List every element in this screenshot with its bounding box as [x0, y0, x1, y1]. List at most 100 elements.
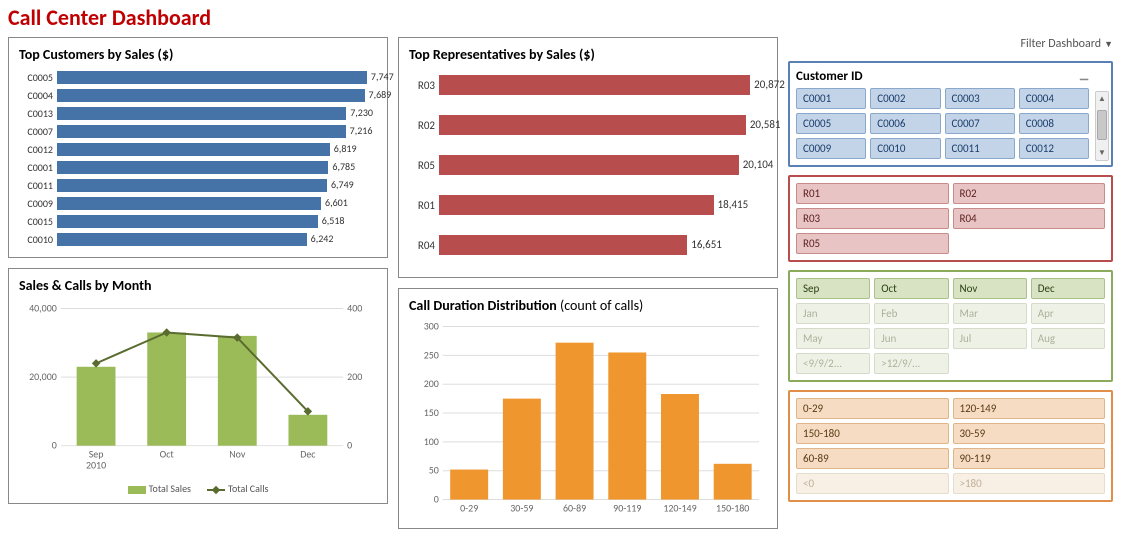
bar-row: R0320,872: [409, 69, 767, 101]
svg-text:90-119: 90-119: [613, 502, 641, 514]
bar-row: C00106,242: [19, 231, 377, 248]
dashboard-title: Call Center Dashboard: [8, 4, 1113, 31]
slicer-chip[interactable]: C0008: [1019, 113, 1089, 134]
slicer-chip[interactable]: C0004: [1019, 88, 1089, 109]
slicer-chip[interactable]: 150-180: [796, 423, 949, 444]
bar-row: C00016,785: [19, 159, 377, 176]
slicer-chip[interactable]: C0011: [945, 138, 1015, 159]
scroll-thumb[interactable]: [1097, 110, 1107, 140]
panel-top-customers: Top Customers by Sales ($) C00057,747C00…: [8, 37, 388, 258]
slicer-chip[interactable]: C0002: [870, 88, 940, 109]
slicer-chip[interactable]: R02: [953, 183, 1106, 204]
bar-row: C00126,819: [19, 141, 377, 158]
svg-text:250: 250: [424, 349, 439, 361]
slicer-chip[interactable]: <0: [796, 473, 949, 494]
bar-row: R0520,104: [409, 149, 767, 181]
bar-value: 6,601: [325, 196, 348, 209]
slicer-chip[interactable]: C0006: [870, 113, 940, 134]
svg-text:Dec: Dec: [300, 449, 316, 461]
slicer-chip[interactable]: Jun: [874, 328, 948, 349]
svg-text:0-29: 0-29: [460, 502, 478, 514]
slicer-chip[interactable]: >12/9/...: [874, 353, 948, 374]
bar-label: R01: [409, 199, 439, 212]
slicer-chip[interactable]: Jul: [953, 328, 1027, 349]
chart-sales-calls: 020,00040,0000200400SepOctNovDec2010: [19, 300, 377, 480]
slicer-chip[interactable]: C0007: [945, 113, 1015, 134]
slicer-chip[interactable]: Jan: [796, 303, 870, 324]
slicer-chip[interactable]: >180: [953, 473, 1106, 494]
slicer-chip[interactable]: Feb: [874, 303, 948, 324]
slicer-chip[interactable]: Sep: [796, 278, 870, 299]
slicer-chip[interactable]: May: [796, 328, 870, 349]
slicer-chip[interactable]: C0012: [1019, 138, 1089, 159]
bar-value: 20,872: [754, 78, 785, 91]
slicer-chip[interactable]: 120-149: [953, 398, 1106, 419]
panel-top-reps: Top Representatives by Sales ($) R0320,8…: [398, 37, 778, 278]
slicer-bins: 0-29120-149150-18030-5960-8990-119<0>180: [788, 390, 1113, 502]
slicer-header-customer: Customer ID: [796, 69, 863, 84]
bar-label: R04: [409, 239, 439, 252]
svg-text:0: 0: [52, 440, 57, 452]
svg-text:150: 150: [424, 407, 439, 419]
bar-value: 18,415: [718, 198, 749, 211]
slicer-chip[interactable]: R05: [796, 233, 949, 254]
bar-label: C0005: [19, 71, 57, 84]
slicer-chip[interactable]: C0009: [796, 138, 866, 159]
svg-text:150-180: 150-180: [716, 502, 749, 514]
panel-title-top-reps: Top Representatives by Sales ($): [409, 46, 767, 63]
scrollbar[interactable]: ▲ ▼: [1095, 91, 1109, 161]
svg-text:Nov: Nov: [229, 449, 246, 461]
slicer-chip[interactable]: Oct: [874, 278, 948, 299]
slicer-chip[interactable]: Apr: [1031, 303, 1105, 324]
panel-title-duration: Call Duration Distribution (count of cal…: [409, 297, 767, 314]
bar-row: C00137,230: [19, 105, 377, 122]
slicer-chip[interactable]: 0-29: [796, 398, 949, 419]
slicer-chip[interactable]: C0005: [796, 113, 866, 134]
svg-text:200: 200: [424, 378, 439, 390]
slicer-chip[interactable]: Mar: [953, 303, 1027, 324]
slicer-chip[interactable]: Nov: [953, 278, 1027, 299]
slicer-months: SepOctNovDec JanFebMarApr MayJunJulAug <9/9…: [788, 270, 1113, 382]
bar-label: R05: [409, 159, 439, 172]
svg-text:0: 0: [347, 440, 352, 452]
bar-row: R0416,651: [409, 229, 767, 261]
bar-row: C00057,747: [19, 69, 377, 86]
bar-label: C0011: [19, 179, 57, 192]
slicer-chip[interactable]: C0010: [870, 138, 940, 159]
svg-text:50: 50: [429, 465, 439, 477]
slicer-chip[interactable]: R04: [953, 208, 1106, 229]
slicer-chip[interactable]: <9/9/2...: [796, 353, 870, 374]
bar-row: C00116,749: [19, 177, 377, 194]
scroll-up-icon[interactable]: ▲: [1096, 92, 1108, 106]
bar-label: C0013: [19, 107, 57, 120]
slicer-chip[interactable]: R01: [796, 183, 949, 204]
bar-label: C0010: [19, 233, 57, 246]
slicer-chip[interactable]: R03: [796, 208, 949, 229]
slicer-chip[interactable]: 30-59: [953, 423, 1106, 444]
bar-label: C0015: [19, 215, 57, 228]
bar-value: 6,785: [332, 160, 355, 173]
panel-sales-calls: Sales & Calls by Month 020,00040,0000200…: [8, 268, 388, 504]
svg-text:300: 300: [424, 321, 439, 333]
chart-duration: 0501001502002503000-2930-5960-8990-11912…: [409, 320, 767, 520]
bar-value: 7,216: [350, 124, 373, 137]
slicer-chip[interactable]: Dec: [1031, 278, 1105, 299]
svg-text:100: 100: [424, 436, 439, 448]
slicer-chip[interactable]: 90-119: [953, 448, 1106, 469]
svg-text:120-149: 120-149: [663, 502, 696, 514]
svg-text:60-89: 60-89: [563, 502, 586, 514]
bar-label: C0007: [19, 125, 57, 138]
slicer-chip[interactable]: C0001: [796, 88, 866, 109]
scroll-down-icon[interactable]: ▼: [1096, 146, 1108, 160]
slicer-chip[interactable]: 60-89: [796, 448, 949, 469]
bar-row: C00047,689: [19, 87, 377, 104]
slicer-customer-id: Customer ID⚊ C0001C0002C0003C0004C0005C0…: [788, 61, 1113, 167]
bar-value: 6,518: [322, 214, 345, 227]
slicer-chip[interactable]: Aug: [1031, 328, 1105, 349]
slicer-reps: R01R02R03R04R05: [788, 175, 1113, 262]
filter-icon[interactable]: ⚊: [1079, 70, 1089, 83]
bar-label: C0012: [19, 143, 57, 156]
filter-dashboard-link[interactable]: Filter Dashboard▼: [788, 37, 1113, 51]
bar-row: C0007 7,216: [19, 123, 377, 140]
slicer-chip[interactable]: C0003: [945, 88, 1015, 109]
